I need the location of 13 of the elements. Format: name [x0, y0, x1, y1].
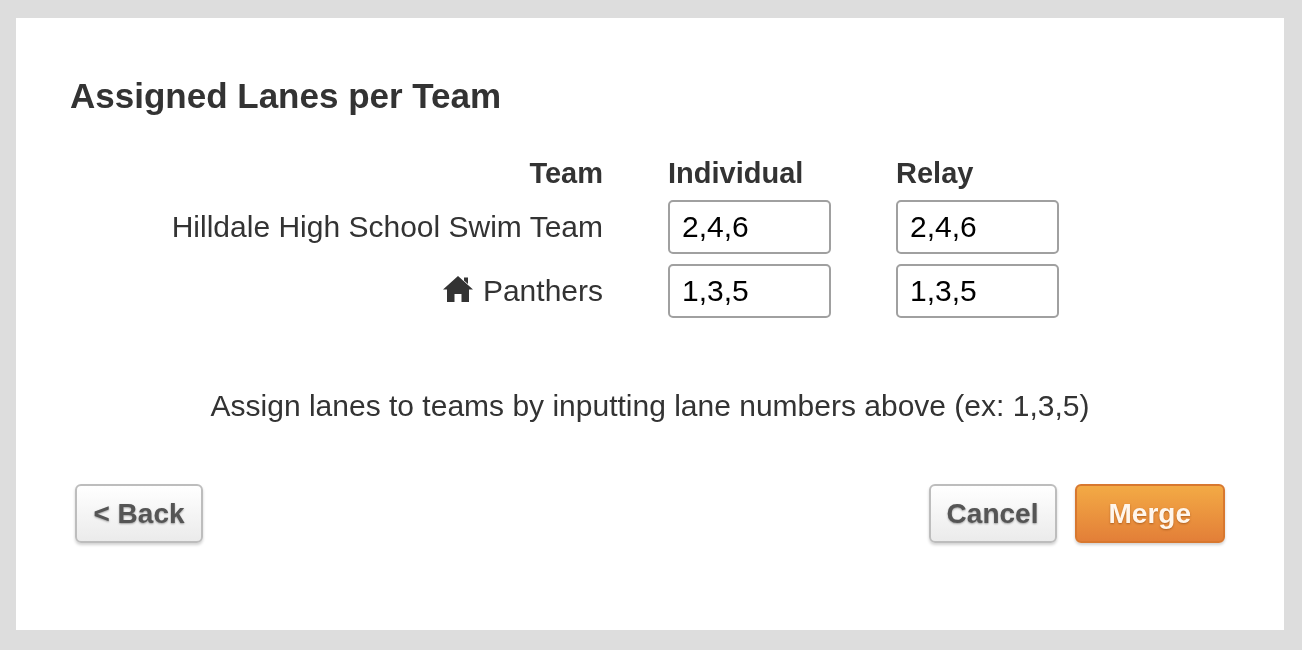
column-header: Team — [529, 157, 603, 190]
secondary-button[interactable]: Cancel — [928, 484, 1057, 543]
lane-input[interactable]: 2,4,6 — [896, 200, 1059, 254]
team-name: Hilldale High School Swim Team — [171, 210, 603, 244]
column-header: Individual — [668, 157, 805, 190]
column-header: Relay — [896, 157, 975, 190]
lane-input[interactable]: 1,3,5 — [896, 264, 1059, 318]
dialog-title: Assigned Lanes per Team — [70, 76, 503, 116]
lane-input[interactable]: 2,4,6 — [668, 200, 831, 254]
hint-text: Assign lanes to teams by inputting lane numbers above (ex: 1,3,5) — [209, 389, 1091, 423]
lane-input[interactable]: 1,3,5 — [668, 264, 831, 318]
secondary-button[interactable]: < Back — [75, 484, 203, 543]
team-name: Panthers — [482, 274, 603, 308]
